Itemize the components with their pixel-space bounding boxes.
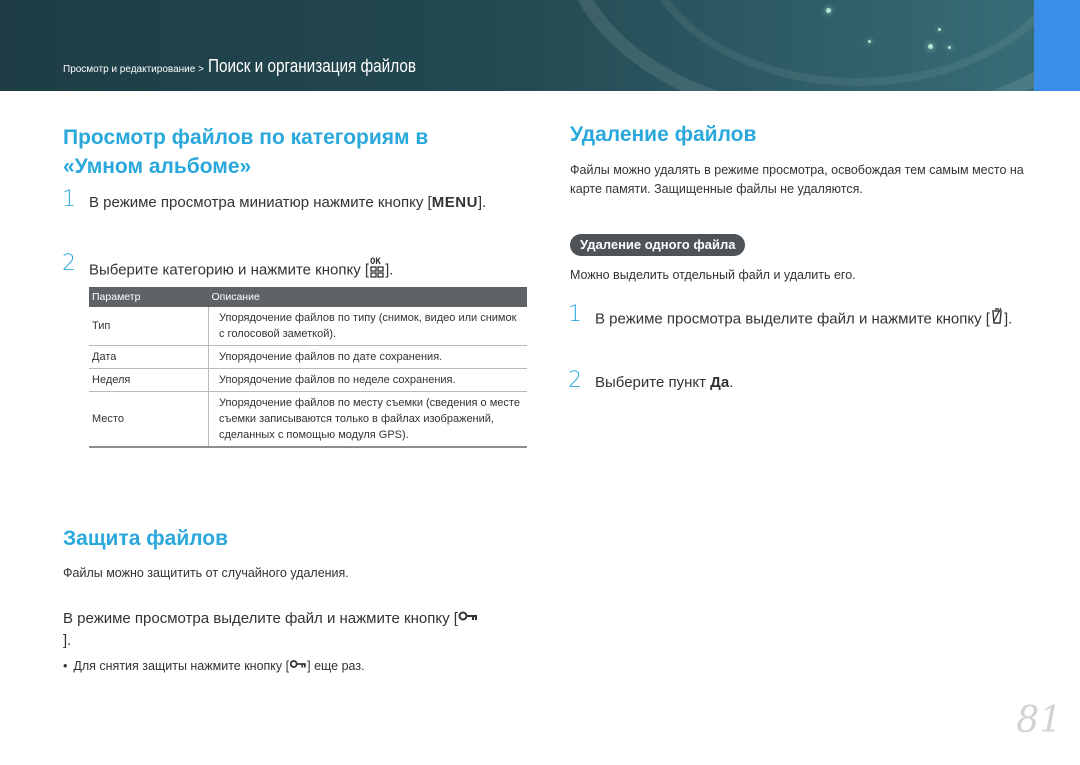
smart-album-title: Просмотр файлов по категориям в «Умном а… [63, 126, 429, 178]
step-text: Выберите пункт [595, 374, 706, 391]
note-prefix: Для снятия защиты нажмите кнопку [73, 659, 283, 673]
table-cell-desc: Упорядочение файлов по типу (снимок, вид… [208, 307, 527, 346]
ok-grid-icon: OK [369, 256, 385, 285]
table-header: Параметр [89, 287, 209, 307]
protect-note: • Для снятия защиты нажмите кнопку [ ] ещ… [63, 657, 513, 676]
breadcrumb-current: Поиск и организация файлов [208, 56, 417, 76]
table-cell-param: Место [89, 391, 209, 448]
sparkle-decoration [868, 40, 871, 43]
sparkle-decoration [938, 28, 941, 31]
option-yes: Да [710, 374, 730, 391]
table-header-row: Параметр Описание [89, 287, 527, 307]
section-tab[interactable] [1034, 0, 1080, 91]
table-header: Описание [208, 287, 527, 307]
page-number: 81 [1016, 700, 1062, 741]
category-table: Параметр Описание Тип Упорядочение файло… [89, 287, 527, 448]
protect-step: В режиме просмотра выделите файл и нажми… [63, 608, 483, 652]
table-cell-param: Неделя [89, 368, 209, 392]
step-number: 1 [568, 302, 582, 327]
delete-sub-intro: Можно выделить отдельный файл и удалить … [570, 268, 856, 282]
delete-step2: Выберите пункт Да. [595, 374, 734, 391]
table-row: Неделя Упорядочение файлов по неделе сох… [89, 368, 527, 392]
step-text: В режиме просмотра миниатюр нажмите кноп… [89, 194, 424, 211]
protect-title: Защита файлов [63, 527, 229, 550]
sparkle-decoration [948, 46, 951, 49]
delete-step1: В режиме просмотра выделите файл и нажми… [595, 307, 1015, 332]
sparkle-decoration [928, 44, 933, 49]
delete-title: Удаление файлов [570, 123, 757, 146]
breadcrumb-parent[interactable]: Просмотр и редактирование > [63, 64, 204, 75]
sparkle-decoration [826, 8, 831, 13]
table-cell-desc: Упорядочение файлов по неделе сохранения… [208, 368, 527, 392]
table-cell-param: Тип [89, 307, 209, 346]
table-cell-desc: Упорядочение файлов по месту съемки (све… [208, 391, 527, 448]
step-number: 2 [568, 368, 582, 393]
table-cell-desc: Упорядочение файлов по дате сохранения. [208, 345, 527, 369]
table-row: Тип Упорядочение файлов по типу (снимок,… [89, 307, 527, 346]
trash-icon [990, 307, 1004, 332]
note-suffix: еще раз. [314, 659, 365, 673]
svg-text:OK: OK [370, 257, 381, 267]
header-banner: Просмотр и редактирование > Поиск и орга… [0, 0, 1080, 91]
smart-album-step1: В режиме просмотра миниатюр нажмите кноп… [89, 194, 487, 211]
step-text: В режиме просмотра выделите файл и нажми… [595, 310, 982, 328]
bullet: • [63, 659, 68, 673]
smart-album-step2: Выберите категорию и нажмите кнопку [ OK… [89, 256, 489, 285]
subsection-pill: Удаление одного файла [570, 234, 746, 256]
breadcrumb: Просмотр и редактирование > Поиск и орга… [63, 56, 453, 77]
step-text: Выберите категорию и нажмите кнопку [89, 261, 361, 279]
step-text: В режиме просмотра выделите файл и нажми… [63, 610, 450, 627]
delete-intro: Файлы можно удалять в режиме просмотра, … [570, 163, 1024, 196]
menu-key-label: MENU [431, 194, 478, 211]
key-protect-icon [289, 657, 307, 676]
step-number: 2 [62, 251, 76, 276]
table-row: Дата Упорядочение файлов по дате сохране… [89, 345, 527, 369]
table-row: Место Упорядочение файлов по месту съемк… [89, 391, 527, 448]
protect-intro: Файлы можно защитить от случайного удале… [63, 566, 349, 580]
key-protect-icon [458, 608, 478, 630]
step-number: 1 [62, 187, 76, 212]
table-cell-param: Дата [89, 345, 209, 369]
